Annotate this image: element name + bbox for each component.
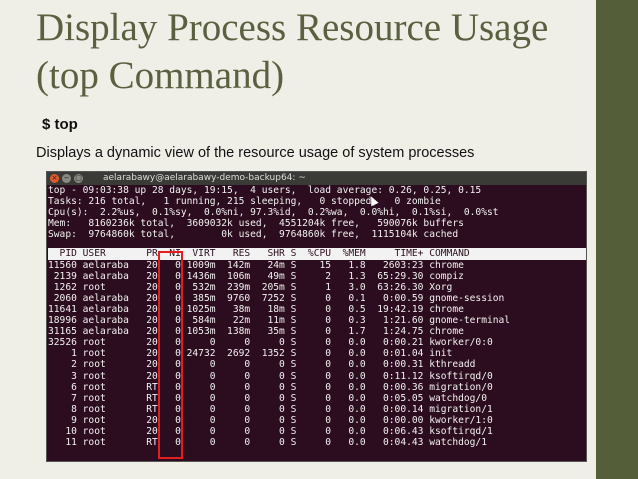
process-row: 3 root 20 0 0 0 0 S 0 0.0 0:11.12 ksofti… — [48, 370, 493, 382]
process-row: 18996 aelaraba 20 0 584m 22m 11m S 0 0.3… — [48, 315, 511, 327]
process-row: 11641 aelaraba 20 0 1025m 38m 18m S 0 0.… — [48, 303, 464, 315]
process-row: 1 root 20 0 24732 2692 1352 S 0 0.0 0:01… — [48, 348, 453, 360]
process-row: 9 root 20 0 0 0 0 S 0 0.0 0:00.00 kworke… — [48, 414, 493, 426]
summary-line: Swap: 9764860k total, 0k used, 9764860k … — [48, 229, 459, 241]
process-row: 8 root RT 0 0 0 0 S 0 0.0 0:00.14 migrat… — [48, 403, 493, 415]
close-icon[interactable]: × — [50, 174, 59, 183]
description-text: Displays a dynamic view of the resource … — [36, 145, 475, 161]
process-row: 11 root RT 0 0 0 0 S 0 0.0 0:04.43 watch… — [48, 437, 487, 449]
process-row: 6 root RT 0 0 0 0 S 0 0.0 0:00.36 migrat… — [48, 381, 493, 393]
summary-line: Mem: 8160236k total, 3609032k used, 4551… — [48, 218, 464, 230]
terminal-screen[interactable]: top - 09:03:38 up 28 days, 19:15, 4 user… — [47, 185, 586, 448]
process-row: 11560 aelaraba 20 0 1009m 142m 24m S 15 … — [48, 259, 464, 271]
maximize-icon[interactable]: □ — [74, 174, 83, 183]
summary-line: Cpu(s): 2.2%us, 0.1%sy, 0.0%ni, 97.3%id,… — [48, 207, 499, 219]
terminal-window-title: aelarabawy@aelarabawy-demo-backup64: ~ — [103, 173, 306, 183]
process-row: 10 root 20 0 0 0 0 S 0 0.0 0:06.43 ksoft… — [48, 425, 493, 437]
process-row: 2139 aelaraba 20 0 1436m 106m 49m S 2 1.… — [48, 270, 464, 282]
minimize-icon[interactable]: − — [62, 174, 71, 183]
process-row: 2 root 20 0 0 0 0 S 0 0.0 0:00.31 kthrea… — [48, 359, 476, 371]
ni-column-highlight — [158, 251, 183, 459]
process-row: 31165 aelaraba 20 0 1053m 138m 35m S 0 1… — [48, 326, 464, 338]
process-row: 2060 aelaraba 20 0 385m 9760 7252 S 0 0.… — [48, 292, 505, 304]
terminal-titlebar[interactable]: × − □ aelarabawy@aelarabawy-demo-backup6… — [47, 172, 586, 185]
command-text: $ top — [42, 116, 78, 133]
summary-line: Tasks: 216 total, 1 running, 215 sleepin… — [48, 196, 441, 208]
process-row: 32526 root 20 0 0 0 0 S 0 0.0 0:00.21 kw… — [48, 337, 493, 349]
process-row: 1262 root 20 0 532m 239m 205m S 1 3.0 63… — [48, 281, 453, 293]
slide-accent-bar — [596, 0, 638, 479]
process-table-header: PID USER PR NI VIRT RES SHR S %CPU %MEM … — [48, 248, 587, 260]
summary-line: top - 09:03:38 up 28 days, 19:15, 4 user… — [48, 185, 482, 196]
slide-title: Display Process Resource Usage (top Comm… — [36, 6, 549, 97]
process-row: 7 root RT 0 0 0 0 S 0 0.0 0:05.05 watchd… — [48, 392, 487, 404]
terminal-window[interactable]: × − □ aelarabawy@aelarabawy-demo-backup6… — [46, 171, 587, 462]
